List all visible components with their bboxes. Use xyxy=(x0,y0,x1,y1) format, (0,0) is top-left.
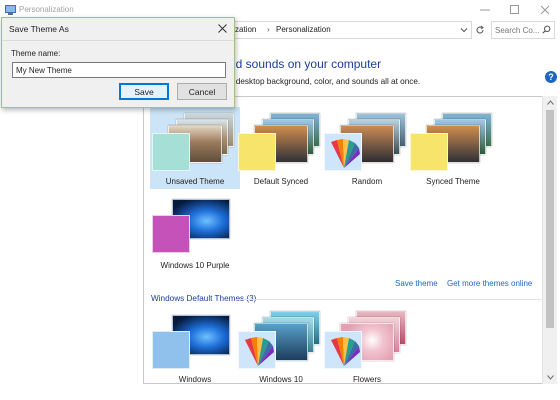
chevron-right-icon: › xyxy=(267,25,270,34)
theme-list-scrollbar[interactable] xyxy=(542,96,557,384)
search-input[interactable] xyxy=(492,22,542,38)
theme-color-swatch xyxy=(152,215,190,253)
maximize-icon xyxy=(510,5,519,14)
theme-label: Synced Theme xyxy=(426,177,480,186)
dialog-close-button[interactable] xyxy=(216,22,228,34)
theme-color-swatch xyxy=(238,133,276,171)
theme-label: Random xyxy=(351,177,383,186)
personalization-icon xyxy=(5,5,16,15)
dialog-title: Save Theme As xyxy=(9,24,69,34)
save-button[interactable]: Save xyxy=(119,83,169,100)
group-divider xyxy=(236,299,541,300)
theme-label: Windows xyxy=(178,375,212,384)
theme-label: Windows 10 xyxy=(259,375,303,384)
theme-name-input[interactable] xyxy=(12,62,226,78)
theme-label: Windows 10 Purple xyxy=(160,261,230,270)
theme-label: Flowers xyxy=(352,375,381,384)
theme-tile-default-synced[interactable]: Default Synced xyxy=(236,107,326,189)
refresh-icon xyxy=(476,25,484,34)
theme-tile-windows[interactable]: Windows xyxy=(150,311,240,384)
theme-list: Unsaved Theme Default Synced Random Sync… xyxy=(143,96,554,384)
bottom-margin xyxy=(143,384,560,400)
scroll-thumb[interactable] xyxy=(546,110,554,328)
minimize-button[interactable] xyxy=(470,1,500,19)
theme-color-swatch xyxy=(410,133,448,171)
breadcrumb-personalization[interactable]: Personalization xyxy=(276,25,331,34)
dialog-body: Theme name: Save Cancel xyxy=(2,40,234,107)
save-theme-link[interactable]: Save theme xyxy=(395,279,438,288)
maximize-button[interactable] xyxy=(500,1,530,19)
theme-name-label: Theme name: xyxy=(11,49,61,58)
theme-label: Unsaved Theme xyxy=(165,177,225,186)
close-window-button[interactable] xyxy=(530,1,560,19)
theme-color-swatch xyxy=(152,331,190,369)
theme-tile-unsaved[interactable]: Unsaved Theme xyxy=(150,107,240,189)
window-title: Personalization xyxy=(19,5,74,14)
refresh-button[interactable] xyxy=(472,21,488,39)
rainbow-fan-icon xyxy=(324,331,362,369)
theme-color-swatch xyxy=(152,133,190,171)
rainbow-fan-icon xyxy=(324,133,362,171)
theme-tile-synced[interactable]: Synced Theme xyxy=(408,107,498,189)
page-description: e desktop background, color, and sounds … xyxy=(229,77,421,86)
theme-tile-random[interactable]: Random xyxy=(322,107,412,189)
scroll-up-arrow-icon[interactable] xyxy=(543,96,558,108)
rainbow-fan-icon xyxy=(238,331,276,369)
theme-tile-windows-10[interactable]: Windows 10 xyxy=(236,311,326,384)
search-icon[interactable] xyxy=(542,25,551,34)
theme-label: Default Synced xyxy=(253,177,309,186)
help-icon[interactable]: ? xyxy=(545,71,557,83)
cancel-button[interactable]: Cancel xyxy=(177,83,227,100)
search-box[interactable] xyxy=(491,21,555,39)
close-icon xyxy=(540,5,550,15)
save-theme-dialog: Save Theme As Theme name: Save Cancel xyxy=(1,17,235,108)
page-heading: nd sounds on your computer xyxy=(229,57,382,71)
get-more-themes-link[interactable]: Get more themes online xyxy=(447,279,532,288)
scroll-down-arrow-icon[interactable] xyxy=(543,371,558,383)
theme-tile-flowers[interactable]: Flowers xyxy=(322,311,412,384)
theme-tile-windows-10-purple[interactable]: Windows 10 Purple xyxy=(150,195,240,277)
minimize-icon xyxy=(480,9,490,11)
chevron-down-icon[interactable] xyxy=(460,26,468,34)
close-icon xyxy=(217,23,227,33)
